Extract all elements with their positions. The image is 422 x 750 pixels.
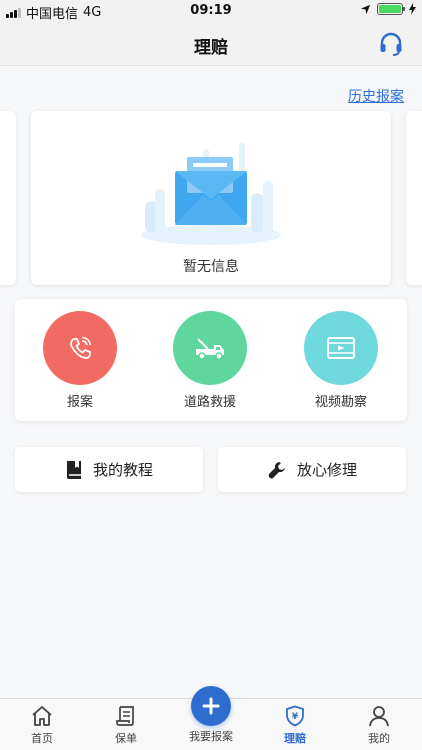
services-panel: 报案 道路救援 视频勘察: [15, 299, 407, 421]
empty-state-text: 暂无信息: [183, 259, 239, 275]
tab-mine[interactable]: 我的: [337, 705, 421, 746]
status-right: [360, 3, 416, 15]
carousel-next-card[interactable]: [406, 111, 422, 285]
tab-claims-label: 理赔: [284, 732, 306, 745]
phone-icon: [43, 311, 117, 385]
my-tutorial-button[interactable]: 我的教程: [15, 447, 203, 492]
svg-text:¥: ¥: [292, 712, 299, 722]
nav-bar: 理赔: [0, 22, 422, 66]
status-time: 09:19: [190, 3, 232, 18]
headset-icon[interactable]: [378, 31, 404, 57]
policy-icon: [116, 706, 134, 726]
battery-icon: [377, 3, 405, 15]
page-title: 理赔: [194, 38, 228, 58]
road-rescue-button[interactable]: 道路救援: [160, 311, 260, 410]
road-rescue-label: 道路救援: [183, 395, 236, 410]
book-icon: [66, 460, 81, 479]
tab-mine-label: 我的: [368, 732, 390, 745]
report-claim-button[interactable]: 报案: [30, 311, 130, 410]
report-claim-label: 报案: [66, 395, 93, 410]
plus-icon: [191, 686, 231, 726]
my-tutorial-label: 我的教程: [92, 461, 153, 479]
video-survey-button[interactable]: 视频勘察: [291, 311, 391, 410]
trusted-repair-label: 放心修理: [296, 461, 357, 479]
empty-envelope-illustration: [141, 143, 281, 245]
charging-icon: [409, 3, 416, 15]
history-report-link[interactable]: 历史报案: [348, 86, 404, 106]
tab-home[interactable]: 首页: [0, 705, 84, 746]
carousel-prev-card[interactable]: [0, 111, 16, 285]
tab-report-claim-label: 我要报案: [189, 730, 233, 743]
tab-policy[interactable]: 保单: [84, 705, 168, 746]
wrench-icon: [268, 461, 285, 478]
tab-claims[interactable]: ¥ 理赔: [253, 705, 337, 746]
video-icon: [304, 311, 378, 385]
location-icon: [360, 4, 371, 14]
tab-policy-label: 保单: [115, 732, 137, 745]
home-icon: [32, 706, 52, 726]
video-survey-label: 视频勘察: [314, 395, 367, 410]
claim-shield-icon: ¥: [286, 705, 304, 727]
tow-truck-icon: [173, 311, 247, 385]
claim-info-card[interactable]: 暂无信息: [31, 111, 391, 285]
user-icon: [369, 706, 389, 727]
trusted-repair-button[interactable]: 放心修理: [218, 447, 406, 492]
tab-home-label: 首页: [31, 732, 53, 745]
status-bar: 中国电信 4G 09:19: [0, 0, 422, 22]
tab-report-claim[interactable]: 我要报案: [169, 686, 253, 744]
